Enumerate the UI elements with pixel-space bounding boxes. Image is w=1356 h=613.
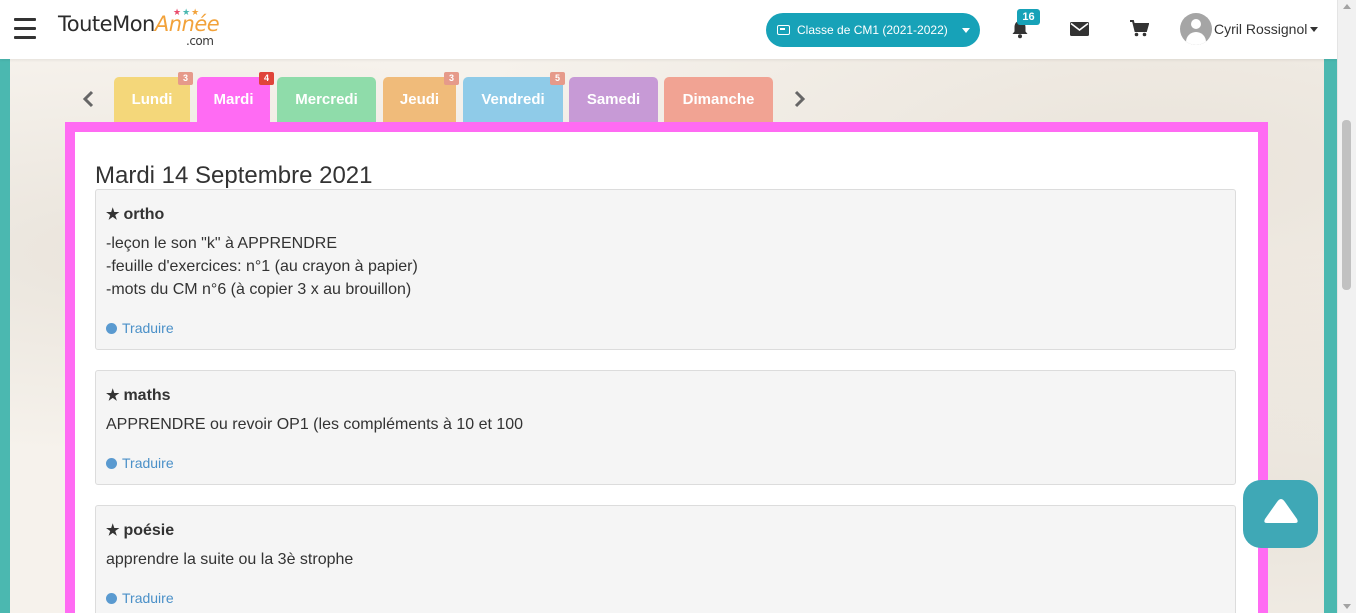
homework-subject: ★ ortho bbox=[106, 206, 165, 223]
homework-subject: ★ poésie bbox=[106, 522, 175, 539]
tab-dimanche[interactable]: Dimanche bbox=[664, 77, 773, 122]
scroll-up-arrow-icon[interactable] bbox=[1343, 4, 1351, 9]
homework-card: ★ maths APPRENDRE ou revoir OP1 (les comp… bbox=[95, 370, 1236, 485]
top-navbar: TouteMonAnnée ★★★ .com Classe de CM1 (20… bbox=[0, 0, 1338, 59]
tab-mardi-count-badge: 4 bbox=[259, 72, 274, 85]
homework-card: ★ poésie apprendre la suite ou la 3è stro… bbox=[95, 505, 1236, 613]
globe-icon bbox=[106, 593, 117, 604]
tab-jeudi-count-badge: 3 bbox=[444, 72, 459, 85]
chevron-down-icon bbox=[1310, 27, 1318, 32]
day-content-frame: Mardi 14 Septembre 2021 ★ ortho -leçon le… bbox=[65, 122, 1268, 613]
page-scrollbar[interactable] bbox=[1337, 0, 1356, 613]
tab-samedi[interactable]: Samedi bbox=[569, 77, 658, 122]
user-name: Cyril Rossignol bbox=[1214, 21, 1308, 37]
tab-vendredi[interactable]: Vendredi bbox=[463, 77, 563, 122]
scroll-down-arrow-icon[interactable] bbox=[1343, 604, 1351, 609]
class-selector-button[interactable]: Classe de CM1 (2021-2022) bbox=[766, 13, 980, 47]
homework-description: APPRENDRE ou revoir OP1 (les compléments… bbox=[106, 416, 524, 433]
logo-stars-icon: ★★★ bbox=[173, 8, 201, 18]
tab-mercredi[interactable]: Mercredi bbox=[277, 77, 376, 122]
homework-description: -leçon le son "k" à APPRENDRE -feuille d… bbox=[106, 235, 418, 298]
site-logo[interactable]: TouteMonAnnée ★★★ .com bbox=[58, 8, 220, 52]
translate-link[interactable]: Traduire bbox=[106, 455, 174, 471]
arrow-up-icon bbox=[1264, 499, 1298, 523]
chevron-down-icon bbox=[962, 28, 970, 33]
shopping-cart-icon[interactable] bbox=[1130, 20, 1149, 37]
homework-card: ★ ortho -leçon le son "k" à APPRENDRE -fe… bbox=[95, 189, 1236, 350]
menu-icon[interactable] bbox=[14, 18, 36, 40]
homework-subject: ★ maths bbox=[106, 387, 171, 404]
id-card-icon bbox=[777, 25, 790, 35]
star-icon: ★ bbox=[106, 522, 120, 539]
previous-week-arrow-icon[interactable] bbox=[81, 90, 95, 108]
envelope-icon[interactable] bbox=[1070, 22, 1089, 36]
notification-count-badge: 16 bbox=[1017, 9, 1040, 25]
scroll-to-top-button[interactable] bbox=[1243, 480, 1318, 548]
translate-link[interactable]: Traduire bbox=[106, 320, 174, 336]
globe-icon bbox=[106, 323, 117, 334]
tab-lundi-count-badge: 3 bbox=[178, 72, 193, 85]
globe-icon bbox=[106, 458, 117, 469]
homework-description: apprendre la suite ou la 3è strophe bbox=[106, 551, 354, 568]
translate-link[interactable]: Traduire bbox=[106, 590, 174, 606]
class-selector-label: Classe de CM1 (2021-2022) bbox=[797, 23, 948, 37]
star-icon: ★ bbox=[106, 206, 120, 223]
scrollbar-thumb[interactable] bbox=[1342, 120, 1351, 290]
tab-vendredi-count-badge: 5 bbox=[550, 72, 565, 85]
star-icon: ★ bbox=[106, 387, 120, 404]
day-title: Mardi 14 Septembre 2021 bbox=[95, 162, 373, 189]
day-content-panel: Mardi 14 Septembre 2021 ★ ortho -leçon le… bbox=[75, 132, 1258, 613]
avatar bbox=[1180, 13, 1212, 45]
next-week-arrow-icon[interactable] bbox=[793, 90, 807, 108]
